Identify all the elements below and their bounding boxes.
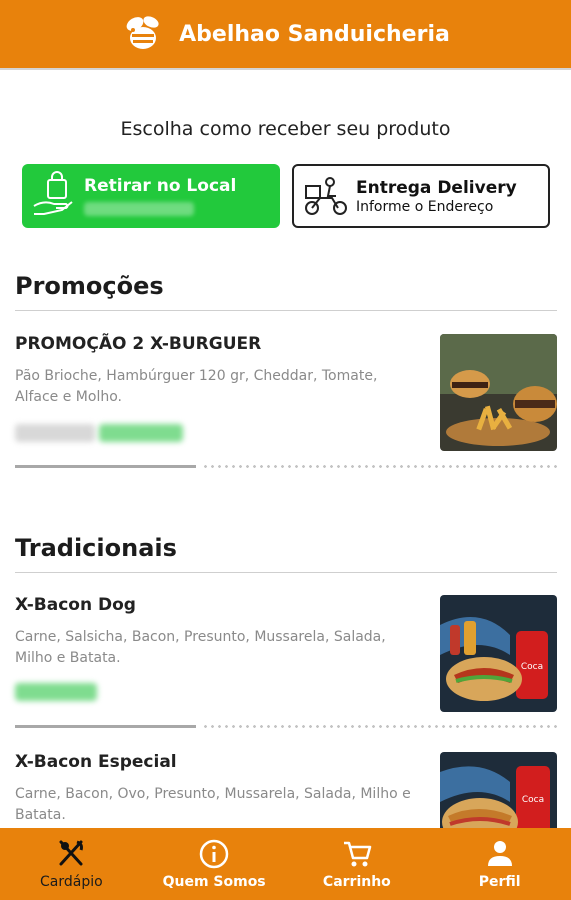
item-description: Pão Brioche, Hambúrguer 120 gr, Cheddar,…	[15, 368, 378, 405]
delivery-label: Entrega Delivery	[356, 177, 517, 198]
item-photo: Coca	[440, 595, 557, 712]
pickup-option-button[interactable]: Retirar no Local	[22, 164, 280, 228]
item-separator	[15, 465, 557, 469]
app-header: Abelhao Sanduicheria	[0, 0, 571, 70]
nav-label: Cardápio	[40, 874, 103, 890]
item-price-blurred	[99, 424, 183, 442]
section-title-tradicionais: Tradicionais	[15, 534, 177, 562]
delivery-sublabel: Informe o Endereço	[356, 198, 494, 215]
item-description: Carne, Salsicha, Bacon, Presunto, Mussar…	[15, 629, 386, 666]
item-old-price-blurred	[15, 424, 95, 442]
main-content[interactable]: Escolha como receber seu produto Retirar…	[0, 72, 571, 828]
menu-item[interactable]: PROMOÇÃO 2 X-BURGUER Pão Brioche, Hambúr…	[15, 334, 557, 474]
section-title-promocoes: Promoções	[15, 272, 164, 300]
svg-text:Coca: Coca	[521, 662, 543, 672]
nav-label: Carrinho	[322, 874, 391, 890]
nav-label: Quem Somos	[162, 874, 266, 890]
receive-title: Escolha como receber seu produto	[120, 118, 451, 140]
fork-knife-icon	[59, 840, 84, 866]
nav-cardapio[interactable]: Cardápio	[0, 828, 143, 900]
item-description: Carne, Bacon, Ovo, Presunto, Mussarela, …	[15, 786, 411, 823]
menu-item[interactable]: X-Bacon Dog Carne, Salsicha, Bacon, Pres…	[15, 595, 557, 735]
item-name: PROMOÇÃO 2 X-BURGUER	[15, 334, 262, 354]
item-name: X-Bacon Especial	[15, 752, 177, 772]
app-title: Abelhao Sanduicheria	[179, 21, 450, 47]
bee-icon	[126, 16, 159, 49]
item-name: X-Bacon Dog	[15, 595, 136, 615]
nav-label: Perfil	[478, 874, 521, 890]
pickup-bag-hand-icon	[33, 171, 73, 215]
nav-perfil[interactable]: Perfil	[428, 828, 571, 900]
nav-quem-somos[interactable]: Quem Somos	[143, 828, 286, 900]
section-divider	[15, 310, 557, 311]
pickup-label: Retirar no Local	[84, 176, 237, 196]
person-icon	[487, 841, 512, 866]
bottom-nav: Cardápio Quem Somos Carrinho Perfil	[0, 828, 571, 900]
cart-icon	[343, 841, 372, 867]
item-photo	[440, 334, 557, 451]
menu-item[interactable]: X-Bacon Especial Carne, Bacon, Ovo, Pres…	[15, 752, 557, 828]
item-separator	[15, 725, 557, 729]
item-price-blurred	[15, 683, 97, 701]
delivery-scooter-icon	[305, 177, 347, 215]
info-icon	[199, 839, 229, 869]
delivery-option-button[interactable]: Entrega Delivery Informe o Endereço	[292, 164, 550, 228]
section-divider	[15, 572, 557, 573]
item-photo: Coca	[440, 752, 557, 828]
svg-text:Coca: Coca	[522, 795, 544, 805]
pickup-sublabel-blurred	[84, 202, 194, 216]
nav-carrinho[interactable]: Carrinho	[286, 828, 429, 900]
